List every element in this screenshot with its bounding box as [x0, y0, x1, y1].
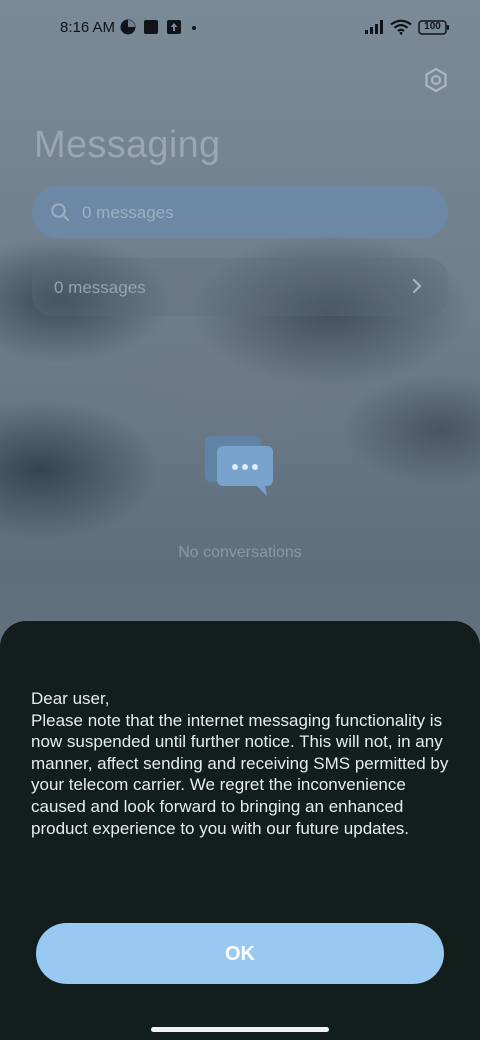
page-title: Messaging	[34, 124, 221, 166]
signal-icon	[364, 19, 386, 35]
empty-state-text: No conversations	[178, 544, 302, 561]
battery-icon: 100	[418, 20, 450, 36]
status-time: 8:16 AM	[60, 19, 116, 36]
search-icon	[51, 203, 69, 221]
status-bar: 8:16 AM 100	[0, 0, 480, 56]
messages-filter-row[interactable]: 0 messages	[32, 258, 448, 316]
upload-icon	[166, 19, 182, 35]
search-bar[interactable]: 0 messages	[32, 186, 448, 238]
battery-level: 100	[424, 21, 441, 32]
search-placeholder: 0 messages	[82, 203, 174, 222]
chevron-right-icon	[412, 278, 422, 294]
notification-icon	[120, 19, 136, 35]
ok-button[interactable]: OK	[36, 923, 444, 984]
square-app-icon	[143, 19, 159, 35]
home-indicator[interactable]	[151, 1027, 329, 1032]
more-notifications-dot	[192, 26, 196, 30]
filter-label: 0 messages	[54, 278, 146, 297]
wifi-icon	[390, 19, 412, 35]
chat-bubbles-icon	[205, 436, 275, 503]
gear-icon[interactable]	[422, 66, 450, 94]
dialog-message: Dear user, Please note that the internet…	[31, 689, 449, 838]
